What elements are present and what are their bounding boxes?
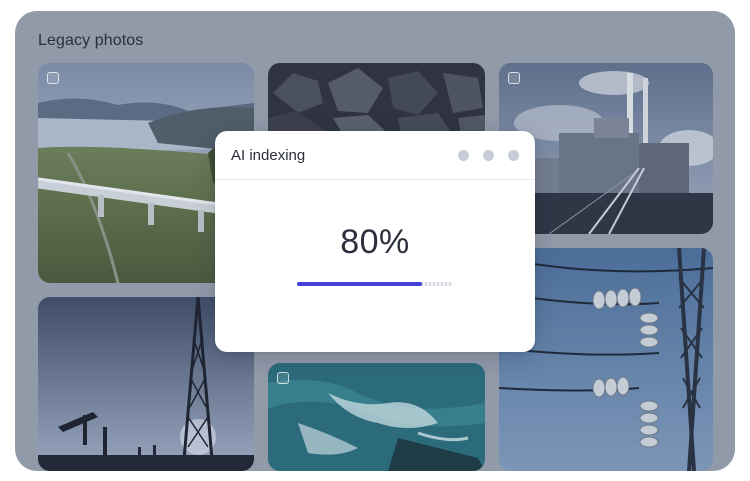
progress-bar-fill	[297, 282, 422, 286]
ocean-waves-image	[268, 363, 485, 471]
ai-indexing-dialog: AI indexing 80%	[215, 131, 535, 352]
panel-title: Legacy photos	[38, 32, 144, 49]
progress-bar	[297, 282, 453, 286]
select-checkbox[interactable]	[277, 372, 289, 384]
window-dot-icon[interactable]	[483, 150, 494, 161]
window-dot-icon[interactable]	[508, 150, 519, 161]
window-dot-icon[interactable]	[458, 150, 469, 161]
select-checkbox[interactable]	[47, 72, 59, 84]
select-checkbox[interactable]	[508, 72, 520, 84]
dialog-header: AI indexing	[215, 131, 535, 180]
photo-ocean-waves[interactable]	[268, 363, 485, 471]
dialog-title: AI indexing	[231, 147, 306, 164]
progress-percent: 80%	[340, 223, 410, 261]
